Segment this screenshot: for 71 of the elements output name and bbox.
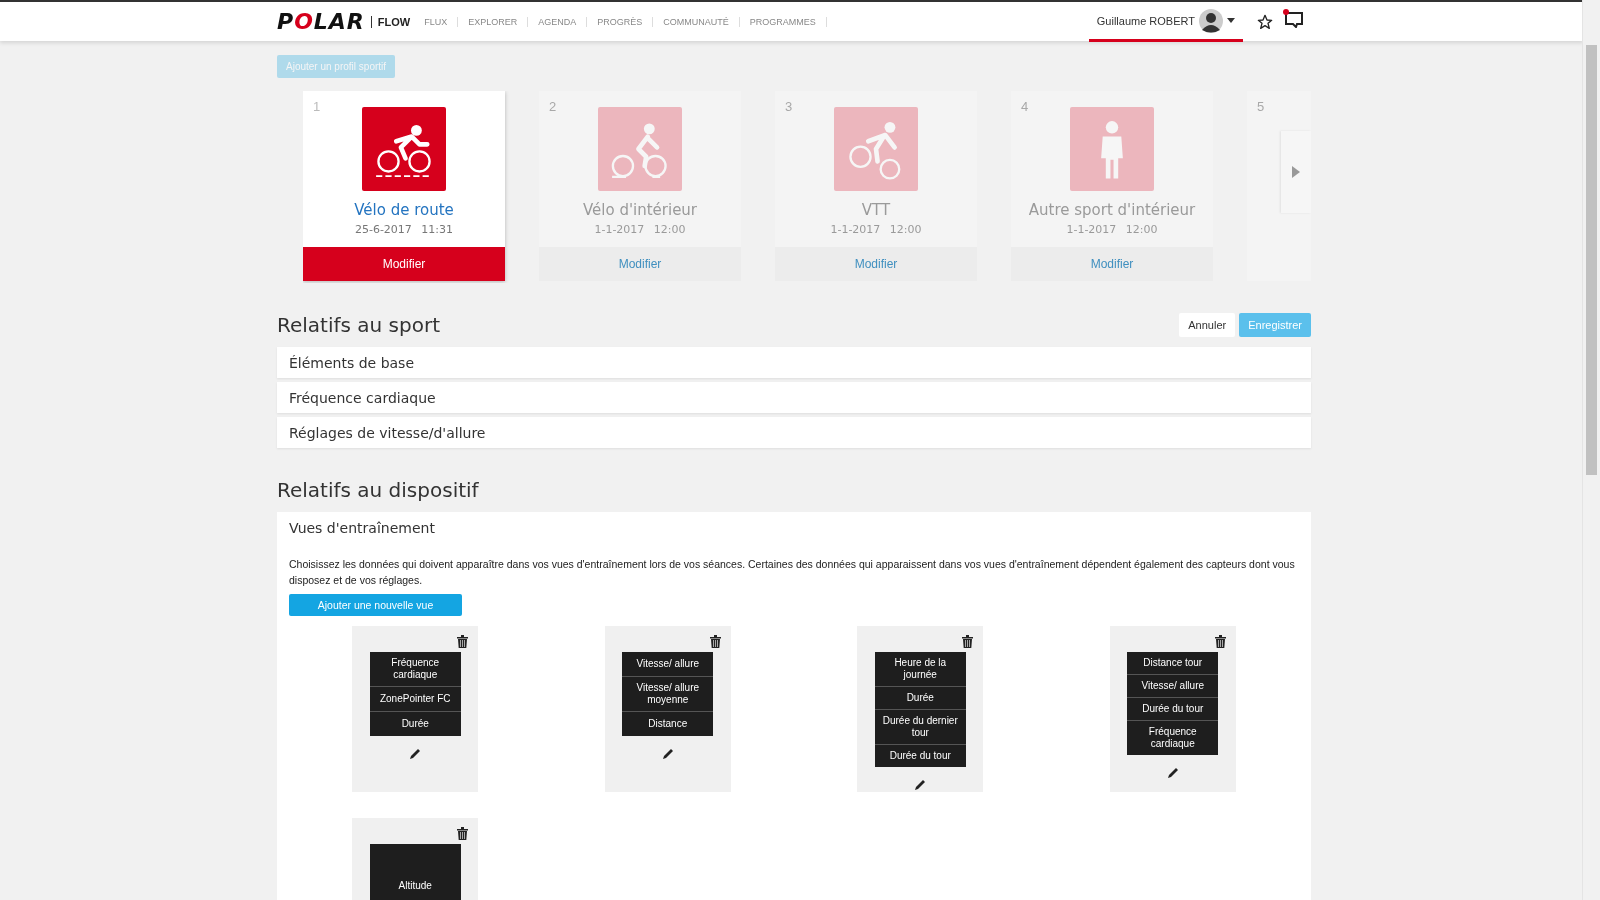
data-field: Heure de la journée: [874, 652, 966, 686]
accordion-item[interactable]: Réglages de vitesse/d'allure: [277, 417, 1311, 448]
person-icon: [1070, 107, 1154, 191]
caret-icon: [1227, 18, 1235, 24]
modify-button[interactable]: Modifier: [775, 247, 977, 281]
star-icon[interactable]: [1257, 13, 1273, 30]
panel-title: Vues d'entraînement: [289, 520, 436, 536]
add-view-button[interactable]: Ajouter une nouvelle vue: [289, 594, 462, 616]
nav-link[interactable]: PROGRÈS: [587, 16, 654, 27]
data-field: Vitesse/ allure: [1127, 674, 1219, 697]
data-field: Durée du dernier tour: [874, 709, 966, 744]
description-text: Choisissez les données qui doivent apparaître dans vos vues d'entraînement lors de vos séances. Certaines des données qui apparaissent dans vos vues d'entraînement dépendent également des capteurs dont vous disposez et de vos réglages.: [289, 557, 1296, 588]
data-field: Durée du tour: [1127, 697, 1219, 720]
data-field: Durée du tour: [874, 744, 966, 767]
product-name: FLOW: [370, 15, 411, 28]
data-field: Fréquence cardiaque: [369, 652, 461, 686]
triangle-icon: [1292, 166, 1300, 178]
cyclist-icon: [834, 107, 918, 191]
profile-date: 1-1-2017 12:00: [1066, 223, 1158, 236]
data-field: Vitesse/ allure moyenne: [622, 676, 714, 711]
data-field: Altitude: [369, 844, 461, 900]
data-field: Vitesse/ allure: [622, 652, 714, 676]
profile-name: Autre sport d'intérieur: [1028, 201, 1196, 219]
accordion-item[interactable]: Éléments de base: [277, 347, 1311, 378]
data-field: Distance: [622, 711, 714, 736]
profile-date: 1-1-2017 12:00: [594, 223, 686, 236]
save-button[interactable]: Enregistrer: [1239, 313, 1311, 337]
profile-name: VTT: [861, 201, 891, 219]
trash-icon[interactable]: [457, 827, 469, 840]
data-field: Distance tour: [1127, 652, 1219, 674]
section-title: Relatifs au sport: [277, 313, 441, 337]
user-name: Guillaume ROBERT: [1096, 15, 1195, 27]
data-field: Durée: [874, 686, 966, 709]
profile-date: 1-1-2017 12:00: [830, 223, 922, 236]
profile-name: Vélo d'intérieur: [582, 201, 698, 219]
nav-link[interactable]: EXPLORER: [458, 16, 529, 27]
cyclist-icon: [598, 107, 682, 191]
profile-name: Vélo de route: [354, 201, 454, 219]
cancel-button[interactable]: Annuler: [1179, 313, 1236, 337]
nav-link[interactable]: AGENDA: [528, 16, 588, 27]
profile-number: 5: [1257, 99, 1265, 114]
user-menu[interactable]: Guillaume ROBERT: [1088, 3, 1243, 42]
scrollbar[interactable]: [1582, 0, 1600, 900]
modify-button[interactable]: Modifier: [1011, 247, 1213, 281]
accordion-item[interactable]: Fréquence cardiaque: [277, 382, 1311, 413]
pencil-icon[interactable]: [409, 748, 422, 760]
trash-icon[interactable]: [709, 635, 721, 648]
avatar-icon: [1199, 9, 1223, 33]
trash-icon[interactable]: [962, 635, 974, 648]
cyclist-icon: [362, 107, 446, 191]
pencil-icon[interactable]: [661, 748, 674, 760]
profile-card[interactable]: 1 Vélo de route 25-6-2017 11:31 Modifier: [303, 91, 505, 281]
profile-number: 2: [549, 99, 557, 114]
nav-link[interactable]: PROGRAMMES: [739, 16, 827, 27]
pencil-icon[interactable]: [914, 779, 927, 791]
profile-number: 4: [1021, 99, 1029, 114]
nav-link[interactable]: COMMUNAUTÉ: [653, 16, 740, 27]
nav-link[interactable]: FLUX: [414, 16, 459, 27]
data-field: ZonePointer FC: [369, 686, 461, 711]
data-field: Durée: [369, 711, 461, 736]
profile-date: 25-6-2017 11:31: [354, 223, 454, 236]
pencil-icon[interactable]: [1166, 767, 1179, 779]
trash-icon[interactable]: [457, 635, 469, 648]
modify-button[interactable]: Modifier: [303, 247, 505, 281]
section-title: Relatifs au dispositif: [277, 478, 479, 502]
profile-number: 3: [785, 99, 793, 114]
logo[interactable]: POLAR: [277, 9, 365, 34]
modify-button[interactable]: Modifier: [539, 247, 741, 281]
profile-number: 1: [313, 99, 321, 114]
data-field: Fréquence cardiaque: [1127, 720, 1219, 755]
trash-icon[interactable]: [1214, 635, 1226, 648]
